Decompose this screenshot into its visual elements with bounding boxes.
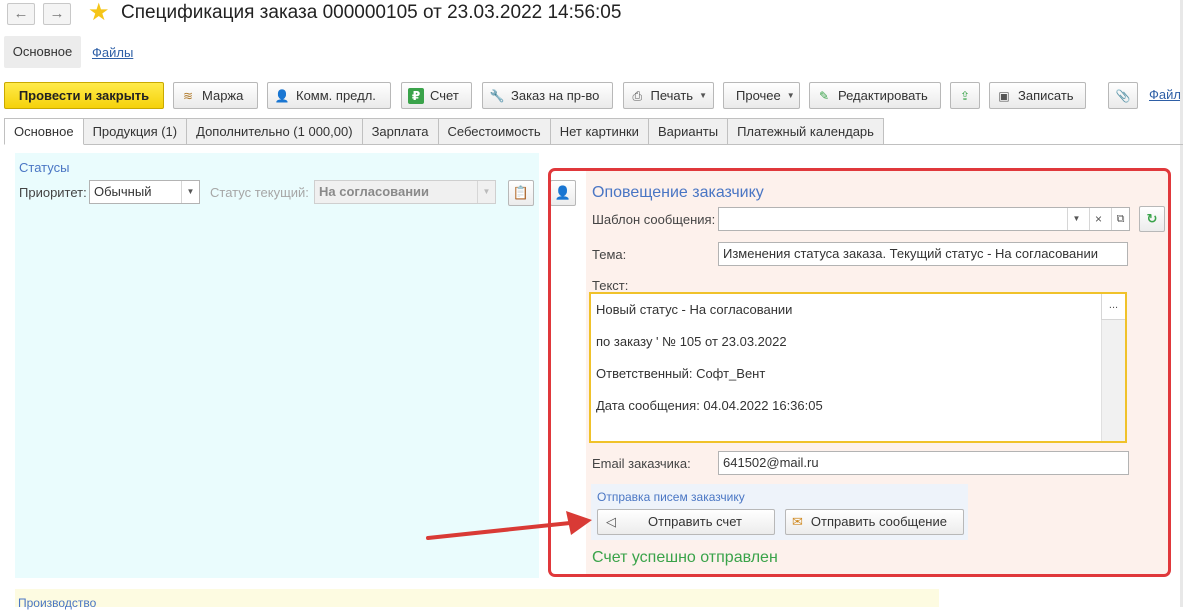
other-menu-label: Прочее	[736, 88, 781, 103]
print-label: Печать	[650, 88, 694, 103]
current-status-label: Статус текущий:	[210, 185, 309, 200]
marzha-button[interactable]: ≋ Маржа	[173, 82, 258, 109]
export-button[interactable]: ⇪	[950, 82, 980, 109]
production-group-title: Производство	[18, 596, 97, 610]
tab-cost[interactable]: Себестоимость	[438, 118, 551, 145]
komm-predl-button[interactable]: 👤 Комм. предл.	[267, 82, 391, 109]
document-export-icon: ⇪	[959, 88, 971, 103]
person-card-icon: 👤	[274, 88, 290, 103]
tab-products[interactable]: Продукция (1)	[83, 118, 188, 145]
floppy-disk-icon: ▣	[998, 88, 1010, 103]
tab-main[interactable]: Основное	[4, 118, 84, 145]
back-button[interactable]: ←	[7, 3, 35, 25]
pencil-icon: ✎	[818, 88, 830, 103]
arrow-left-icon: ←	[13, 5, 29, 22]
form-tabs: Основное Продукция (1) Дополнительно (1 …	[4, 118, 884, 145]
printer-icon: ⎙	[632, 88, 643, 103]
current-status-select: На согласовании ▼	[314, 180, 496, 204]
production-order-label: Заказ на пр-во	[511, 88, 600, 103]
production-order-button[interactable]: 🔧 Заказ на пр-во	[482, 82, 613, 109]
tab-variants[interactable]: Варианты	[648, 118, 729, 145]
tab-payment-calendar[interactable]: Платежный календарь	[728, 118, 884, 145]
priority-select[interactable]: Обычный ▼	[89, 180, 200, 204]
marzha-label: Маржа	[202, 88, 244, 103]
other-menu-button[interactable]: Прочее ▼	[723, 82, 800, 109]
post-and-close-label: Провести и закрыть	[18, 88, 150, 103]
favorite-star-icon[interactable]: ★	[88, 1, 110, 25]
invoice-button[interactable]: ₽ Счет	[401, 82, 472, 109]
forward-button[interactable]: →	[43, 3, 71, 25]
section-tab-main[interactable]: Основное	[4, 36, 81, 68]
statuses-group-title: Статусы	[19, 160, 70, 175]
save-button[interactable]: ▣ Записать	[989, 82, 1086, 109]
annotation-arrow-icon	[426, 511, 592, 540]
production-panel	[15, 589, 939, 607]
money-icon: ≋	[182, 88, 194, 103]
toolbar-files-link[interactable]: Файлы	[1149, 87, 1180, 102]
highlight-frame	[548, 168, 1171, 577]
chevron-down-icon: ▼	[699, 91, 707, 100]
chevron-down-icon[interactable]: ▼	[181, 181, 199, 203]
section-link-files[interactable]: Файлы	[92, 45, 133, 60]
invoice-label: Счет	[430, 88, 459, 103]
attach-button[interactable]: 📎	[1108, 82, 1138, 109]
komm-predl-label: Комм. предл.	[296, 88, 376, 103]
chevron-down-icon: ▼	[477, 181, 495, 203]
paperclip-icon: 📎	[1115, 88, 1131, 103]
status-history-button[interactable]: 📋	[508, 180, 534, 206]
ruble-icon: ₽	[408, 87, 424, 104]
post-and-close-button[interactable]: Провести и закрыть	[4, 82, 164, 109]
print-button[interactable]: ⎙ Печать ▼	[623, 82, 714, 109]
save-label: Записать	[1018, 88, 1074, 103]
edit-button[interactable]: ✎ Редактировать	[809, 82, 941, 109]
priority-value: Обычный	[94, 184, 152, 199]
tab-no-picture[interactable]: Нет картинки	[550, 118, 649, 145]
chevron-down-icon: ▼	[786, 91, 795, 100]
page-title: Спецификация заказа 000000105 от 23.03.2…	[121, 2, 622, 23]
clipboard-icon: 📋	[512, 185, 530, 200]
wrench-icon: 🔧	[489, 88, 505, 103]
tab-salary[interactable]: Зарплата	[362, 118, 439, 145]
arrow-right-icon: →	[49, 5, 65, 22]
current-status-value: На согласовании	[319, 184, 430, 199]
tab-additional[interactable]: Дополнительно (1 000,00)	[187, 118, 363, 145]
edit-label: Редактировать	[838, 88, 928, 103]
priority-label: Приоритет:	[19, 185, 87, 200]
